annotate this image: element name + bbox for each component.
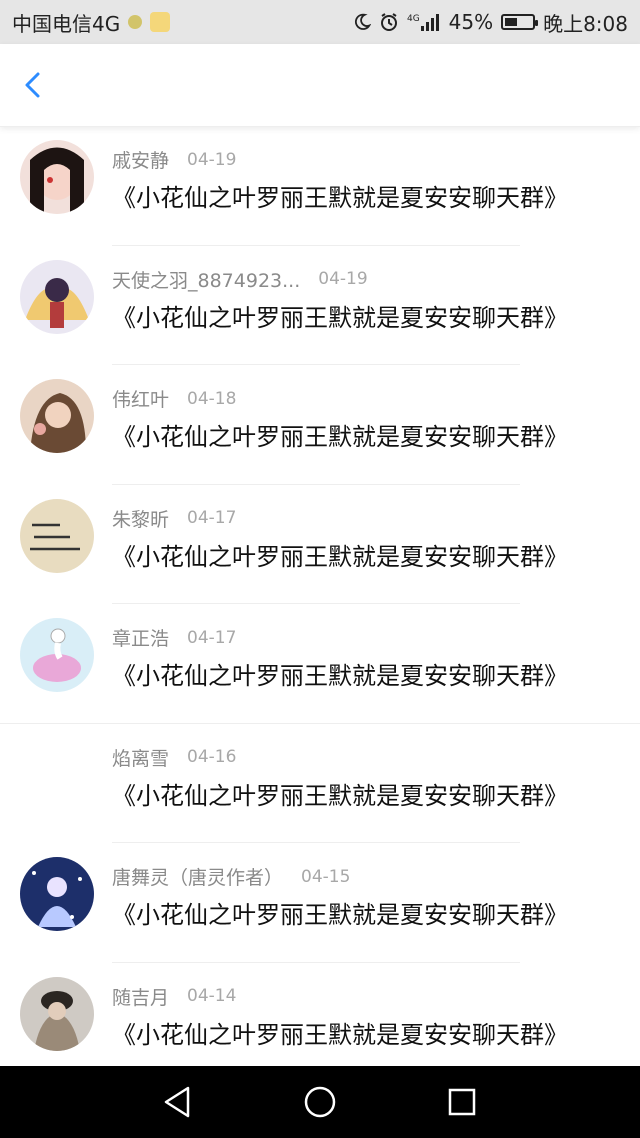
- list-item[interactable]: 随吉月 04-14 《小花仙之叶罗丽王默就是夏安安聊天群》: [0, 963, 640, 1067]
- svg-text:4G: 4G: [407, 14, 420, 24]
- message-date: 04-15: [301, 866, 351, 887]
- contact-name: 伟红叶: [112, 389, 170, 411]
- clock-time: 晚上8:08: [543, 11, 628, 36]
- battery-icon: [501, 14, 539, 30]
- avatar[interactable]: [20, 498, 94, 573]
- conversation-meta: 伟红叶 04-18: [112, 385, 236, 412]
- status-bar: 中国电信4G 4G 45% 晚上8:08: [0, 0, 640, 44]
- list-item[interactable]: 伟红叶 04-18 《小花仙之叶罗丽王默就是夏安安聊天群》: [0, 365, 640, 485]
- list-item[interactable]: 焰离雪 04-16 《小花仙之叶罗丽王默就是夏安安聊天群》: [0, 724, 640, 843]
- system-navigation-bar: [0, 1066, 640, 1138]
- message-preview: 《小花仙之叶罗丽王默就是夏安安聊天群》: [112, 781, 568, 810]
- battery-percentage: 45%: [448, 10, 494, 34]
- avatar[interactable]: [20, 259, 94, 334]
- message-date: 04-18: [187, 388, 237, 409]
- moon-icon: [354, 13, 371, 30]
- back-triangle-icon[interactable]: [158, 1082, 198, 1122]
- avatar[interactable]: [20, 976, 94, 1051]
- list-item[interactable]: 唐舞灵（唐灵作者） 04-15 《小花仙之叶罗丽王默就是夏安安聊天群》: [0, 843, 640, 963]
- contact-name: 朱黎昕: [112, 508, 170, 531]
- message-date: 04-14: [187, 986, 237, 1006]
- app-icon: [150, 12, 171, 32]
- contact-name: 唐舞灵（唐灵作者）: [112, 867, 284, 889]
- conversation-list: 戚安静 04-19 《小花仙之叶罗丽王默就是夏安安聊天群》 天使之羽_88749…: [0, 126, 640, 1066]
- contact-name: 随吉月: [112, 986, 170, 1009]
- list-item[interactable]: 朱黎昕 04-17 《小花仙之叶罗丽王默就是夏安安聊天群》: [0, 485, 640, 604]
- signal-icon: 4G: [407, 14, 439, 31]
- contact-name: 章正浩: [112, 628, 170, 650]
- avatar[interactable]: [20, 618, 94, 692]
- recent-square-icon[interactable]: [442, 1082, 482, 1122]
- message-preview: 《小花仙之叶罗丽王默就是夏安安聊天群》: [112, 901, 568, 929]
- alarm-icon: [380, 13, 397, 31]
- message-preview: 《小花仙之叶罗丽王默就是夏安安聊天群》: [112, 303, 568, 332]
- top-navigation-header: [0, 44, 640, 127]
- conversation-meta: 章正浩 04-17: [112, 624, 236, 651]
- message-date: 04-17: [187, 627, 237, 648]
- conversation-meta: 戚安静 04-19: [112, 146, 236, 173]
- list-item[interactable]: 天使之羽_8874923... 04-19 《小花仙之叶罗丽王默就是夏安安聊天群…: [0, 246, 640, 365]
- back-button[interactable]: [18, 70, 48, 100]
- contact-name: 焰离雪: [112, 747, 170, 770]
- dot-icon: [128, 15, 143, 29]
- contact-name: 天使之羽_8874923...: [112, 269, 301, 292]
- contact-name: 戚安静: [112, 150, 170, 172]
- message-preview: 《小花仙之叶罗丽王默就是夏安安聊天群》: [112, 662, 568, 690]
- message-preview: 《小花仙之叶罗丽王默就是夏安安聊天群》: [112, 542, 568, 571]
- conversation-meta: 随吉月 04-14: [112, 983, 236, 1010]
- conversation-meta: 朱黎昕 04-17: [112, 505, 236, 532]
- avatar[interactable]: [20, 140, 94, 214]
- status-left: 中国电信4G: [12, 0, 171, 44]
- message-date: 04-16: [187, 747, 237, 767]
- message-preview: 《小花仙之叶罗丽王默就是夏安安聊天群》: [112, 184, 568, 212]
- conversation-meta: 天使之羽_8874923... 04-19: [112, 266, 368, 293]
- conversation-meta: 唐舞灵（唐灵作者） 04-15: [112, 863, 350, 890]
- avatar[interactable]: [20, 379, 94, 453]
- chevron-left-icon: [25, 72, 40, 98]
- message-preview: 《小花仙之叶罗丽王默就是夏安安聊天群》: [112, 1020, 568, 1049]
- message-date: 04-19: [187, 149, 237, 170]
- list-item[interactable]: 章正浩 04-17 《小花仙之叶罗丽王默就是夏安安聊天群》: [0, 604, 640, 724]
- message-preview: 《小花仙之叶罗丽王默就是夏安安聊天群》: [112, 423, 568, 451]
- conversation-meta: 焰离雪 04-16: [112, 744, 236, 771]
- status-right: 4G 45% 晚上8:08: [353, 0, 628, 44]
- carrier-label: 中国电信4G: [12, 11, 121, 36]
- list-item[interactable]: 戚安静 04-19 《小花仙之叶罗丽王默就是夏安安聊天群》: [0, 126, 640, 246]
- message-date: 04-17: [187, 508, 237, 528]
- home-circle-icon[interactable]: [300, 1082, 340, 1122]
- avatar[interactable]: [20, 857, 94, 931]
- message-date: 04-19: [318, 269, 368, 289]
